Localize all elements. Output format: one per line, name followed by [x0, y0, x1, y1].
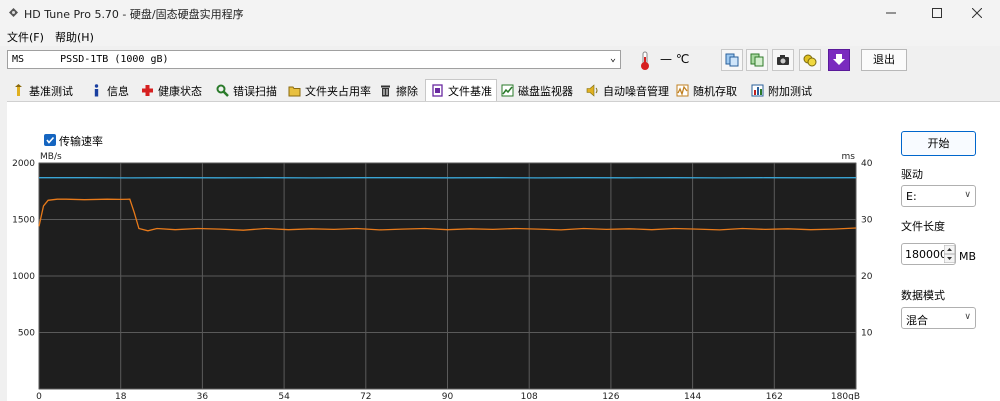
y-left-tick-label: 1000: [12, 272, 35, 282]
y-right-tick-label: 30: [861, 216, 873, 226]
data-mode-select[interactable]: 混合 ∨: [901, 307, 976, 329]
y-right-tick-label: 10: [861, 329, 873, 339]
y-left-tick-label: 500: [18, 329, 35, 339]
x-tick-label: 18: [115, 392, 127, 400]
x-tick-label: 90: [442, 392, 454, 400]
drive-label: 驱动: [901, 166, 923, 182]
x-tick-label: 72: [360, 392, 371, 400]
data-mode-value: 混合: [906, 312, 928, 328]
file-length-value: 180000: [905, 248, 947, 261]
x-tick-label: 108: [521, 392, 538, 400]
transfer-chart: 2000 1500 1000 500 40 30 20 10 MB/s ms 0 18 36 54 72 90…: [0, 0, 1000, 400]
drive-letter-value: E:: [906, 190, 917, 203]
file-length-label: 文件长度: [901, 218, 945, 234]
x-tick-label: 180gB: [831, 392, 860, 400]
chevron-down-icon: ∨: [964, 190, 971, 200]
file-length-spinner[interactable]: [944, 245, 955, 263]
x-tick-label: 36: [197, 392, 209, 400]
y-right-tick-label: 40: [861, 159, 873, 169]
x-tick-label: 144: [684, 392, 701, 400]
y-left-unit: MB/s: [40, 152, 62, 162]
x-tick-label: 126: [602, 392, 619, 400]
y-left-tick-label: 2000: [12, 159, 35, 169]
x-tick-label: 54: [278, 392, 290, 400]
x-tick-label: 162: [766, 392, 783, 400]
y-left-tick-label: 1500: [12, 216, 35, 226]
drive-letter-select[interactable]: E: ∨: [901, 185, 976, 207]
start-button[interactable]: 开始: [901, 131, 976, 156]
y-right-tick-label: 20: [861, 272, 873, 282]
file-length-unit: MB: [959, 250, 976, 263]
chevron-down-icon: ∨: [964, 312, 971, 322]
y-right-unit: ms: [842, 152, 856, 162]
x-tick-label: 0: [36, 392, 42, 400]
data-mode-label: 数据模式: [901, 287, 945, 303]
